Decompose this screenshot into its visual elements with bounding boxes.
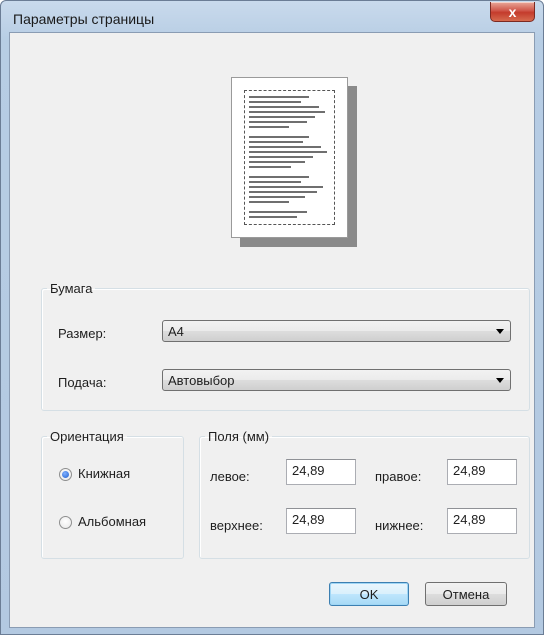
ok-button[interactable]: OK [329, 582, 409, 606]
margin-right-value: 24,89 [453, 463, 486, 478]
margin-top-value: 24,89 [292, 512, 325, 527]
paper-size-label: Размер: [58, 326, 107, 341]
paper-size-dropdown[interactable]: A4 [162, 320, 511, 342]
preview-text-line [249, 211, 307, 213]
preview-text-line [249, 141, 303, 143]
preview-text-line [249, 136, 309, 138]
preview-text-line [249, 181, 301, 183]
margin-top-input[interactable]: 24,89 [286, 508, 356, 534]
cancel-button-label: Отмена [442, 586, 490, 602]
preview-text-line [249, 191, 317, 193]
chevron-down-icon [496, 378, 504, 383]
paper-size-value: A4 [168, 324, 184, 339]
preview-text-line [249, 126, 289, 128]
margins-group: Поля (мм) [199, 429, 530, 559]
preview-text-line [249, 156, 313, 158]
preview-text-line [249, 161, 305, 163]
paper-source-value: Автовыбор [168, 373, 235, 388]
ok-button-label: OK [359, 586, 379, 602]
preview-text-line [249, 96, 309, 98]
margin-right-input[interactable]: 24,89 [447, 459, 517, 485]
cancel-button[interactable]: Отмена [425, 582, 507, 606]
dialog-client-area: Бумага Размер: A4 Подача: Автовыбор Орие… [9, 32, 535, 628]
preview-text-line [249, 146, 321, 148]
portrait-label[interactable]: Книжная [78, 466, 130, 481]
preview-text-line [249, 106, 319, 108]
preview-text-line [249, 101, 301, 103]
margin-bottom-value: 24,89 [453, 512, 486, 527]
portrait-radio[interactable] [59, 468, 72, 481]
preview-text-line [249, 166, 291, 168]
preview-margin-outline [244, 90, 335, 225]
margin-left-value: 24,89 [292, 463, 325, 478]
preview-text-line [249, 186, 323, 188]
margin-left-label: левое: [210, 469, 250, 484]
preview-text-line [249, 196, 305, 198]
close-button[interactable]: x [490, 2, 535, 22]
paper-source-dropdown[interactable]: Автовыбор [162, 369, 511, 391]
preview-text-line [249, 176, 309, 178]
margin-bottom-input[interactable]: 24,89 [447, 508, 517, 534]
chevron-down-icon [496, 329, 504, 334]
dialog-title: Параметры страницы [13, 11, 155, 27]
preview-text-line [249, 121, 307, 123]
preview-text-line [249, 151, 327, 153]
paper-group-label: Бумага [50, 281, 93, 296]
paper-source-label: Подача: [58, 375, 107, 390]
orientation-group: Ориентация [41, 429, 184, 559]
title-bar[interactable]: Параметры страницы x [1, 1, 543, 31]
landscape-radio[interactable] [59, 516, 72, 529]
margin-left-input[interactable]: 24,89 [286, 459, 356, 485]
page-preview [231, 77, 348, 238]
preview-text-line [249, 216, 297, 218]
margin-bottom-label: нижнее: [375, 518, 424, 533]
preview-text-line [249, 116, 315, 118]
close-icon: x [508, 3, 517, 20]
margin-top-label: верхнее: [210, 518, 263, 533]
preview-text-line [249, 201, 289, 203]
margins-group-label: Поля (мм) [208, 429, 270, 444]
margin-right-label: правое: [375, 469, 422, 484]
page-setup-dialog: Параметры страницы x Бумага Размер: A4 П… [0, 0, 544, 635]
paper-group: Бумага [41, 281, 530, 411]
preview-text-line [249, 111, 325, 113]
landscape-label[interactable]: Альбомная [78, 514, 146, 529]
orientation-group-label: Ориентация [50, 429, 124, 444]
